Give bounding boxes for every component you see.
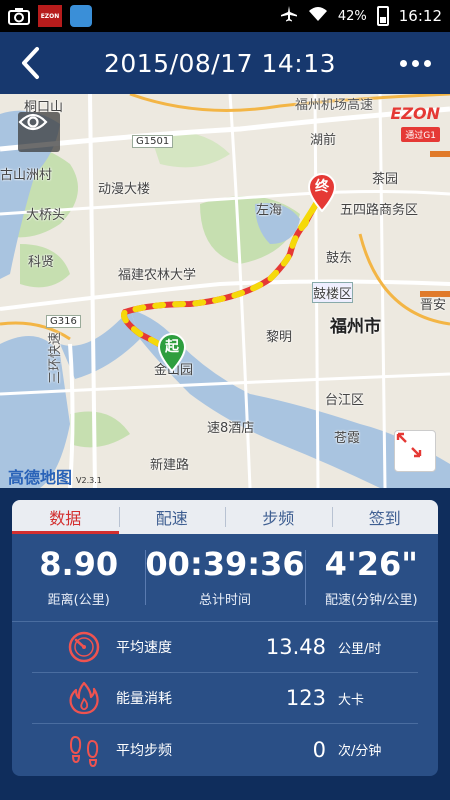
time-value: 00:39:36 [145,545,305,584]
map-label: 古山洲村 [0,168,53,183]
energy-label: 能量消耗 [116,691,172,707]
time-label: 总计时间 [198,592,251,608]
energy-value: 123 [285,686,326,710]
energy-unit: 大卡 [338,692,365,708]
map-label: 左海 [256,203,283,218]
route-map[interactable]: 桐口山 古山洲村 大桥头 科贤 动漫大楼 福建农林大学 左海 五四路商务区 茶园… [0,94,450,488]
cadence-label: 平均步频 [116,742,172,759]
gaode-map-logo: 高德地图 V2.3.1 [8,468,102,487]
detail-rows: 平均速度 13.48 公里/时 能量消耗 123 大卡 平均步频 0 次/分钟 [12,622,438,775]
map-label: 三环快速 [48,331,63,384]
map-label: 新建路 [150,458,190,473]
eye-icon [18,113,48,131]
pace-label: 配速(分钟/公里) [325,592,418,608]
start-pin: 起 [156,332,188,372]
road-tag-g316: G316 [46,315,81,328]
map-label: 茶园 [372,172,399,187]
cadence-value: 0 [312,737,326,762]
cadence-unit: 次/分钟 [338,744,382,759]
map-label: 黎明 [266,330,293,345]
map-label: 动漫大楼 [98,182,151,197]
time-summary: 00:39:36 总计时间 [145,534,305,621]
status-bar: EZON 42% 16:12 [0,0,450,32]
speedometer-icon [62,629,106,665]
avg-speed-unit: 公里/时 [338,641,382,657]
map-label: 速8酒店 [207,421,255,436]
distance-summary: 8.90 距离(公里) [12,534,145,621]
avg-speed-label: 平均速度 [116,640,172,656]
map-label: 台江区 [325,393,365,408]
tab-pace[interactable]: 配速 [118,500,226,534]
flame-icon [62,680,106,716]
expand-icon [396,432,422,458]
distance-value: 8.90 [39,545,119,584]
ezon-logo: EZON 通过G1 [390,104,440,142]
weather-app-icon [70,5,92,27]
clock-text: 16:12 [398,7,442,25]
more-menu-button[interactable] [380,32,450,94]
stats-panel: 数据 配速 步频 签到 8.90 距离(公里) 00:39:36 总计时间 4'… [12,500,438,776]
pace-value: 4'26" [324,545,418,584]
end-pin: 终 [306,172,338,212]
ezon-app-icon: EZON [38,5,62,27]
map-label: 福建农林大学 [118,268,197,283]
camera-icon [8,7,30,25]
map-label: 大桥头 [26,208,66,223]
energy-row: 能量消耗 123 大卡 [32,673,418,724]
toggle-visibility-button[interactable] [18,112,60,152]
map-label: 福州市 [330,317,381,337]
cadence-row: 平均步频 0 次/分钟 [32,724,418,775]
avg-speed-value: 13.48 [265,635,326,659]
tab-data[interactable]: 数据 [12,500,119,534]
map-label: 鼓楼区 [312,282,354,303]
more-dot-icon [399,59,407,67]
summary-row: 8.90 距离(公里) 00:39:36 总计时间 4'26" 配速(分钟/公里… [12,534,438,622]
back-button[interactable] [0,32,60,94]
tab-checkin[interactable]: 签到 [331,500,439,534]
map-label: 科贤 [28,255,55,270]
more-dot-icon [423,59,431,67]
airplane-icon [280,5,298,27]
distance-label: 距离(公里) [47,592,110,608]
battery-text: 42% [337,8,367,24]
avg-speed-row: 平均速度 13.48 公里/时 [32,622,418,673]
road-tag-g1501: G1501 [132,135,174,148]
page-title: 2015/08/17 14:13 [103,48,337,78]
header-bar: 2015/08/17 14:13 [0,32,450,94]
more-dot-icon [411,59,419,67]
map-label: 苍霞 [334,431,361,446]
map-label: 五四路商务区 [340,203,419,218]
footprint-icon [62,732,106,768]
chevron-left-icon [22,47,39,79]
fullscreen-button[interactable] [394,430,436,472]
battery-icon [376,6,389,26]
pace-summary: 4'26" 配速(分钟/公里) [304,534,438,621]
map-label: 鼓东 [326,251,353,266]
map-label: 晋安 [420,298,447,313]
tab-cadence[interactable]: 步频 [225,500,332,534]
wifi-icon [308,6,328,26]
stats-tabs: 数据 配速 步频 签到 [12,500,438,534]
map-label: 湖前 [310,133,337,148]
map-label: 福州机场高速 [295,98,374,113]
